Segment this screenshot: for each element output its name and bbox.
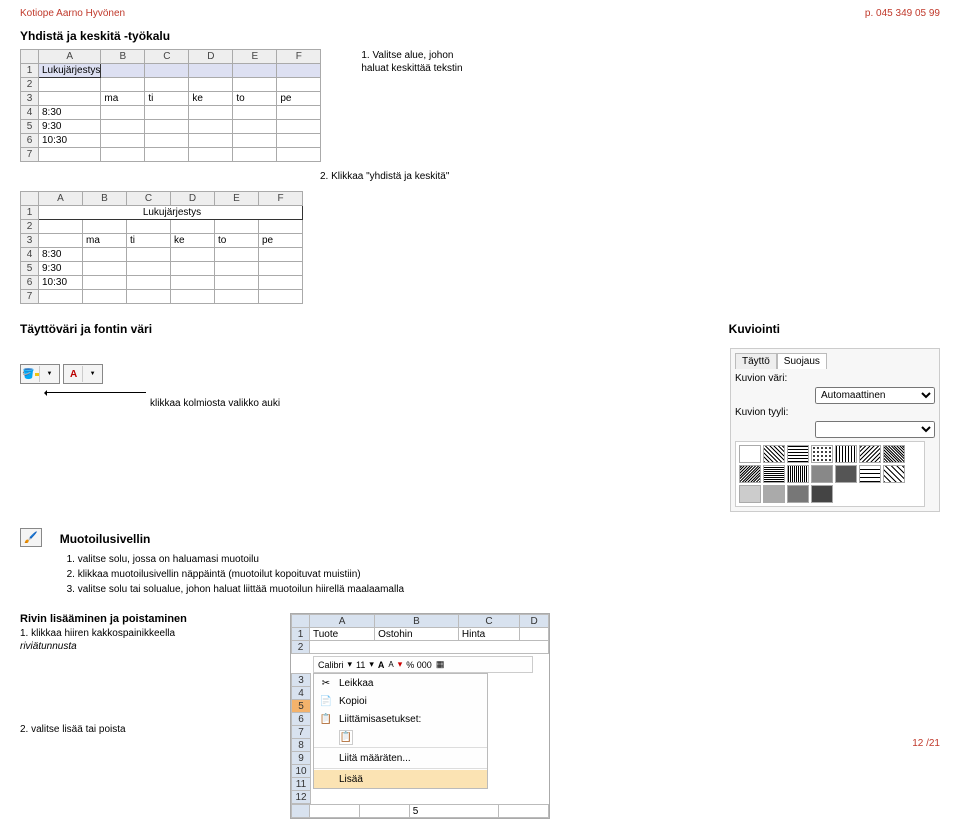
caption-step2: 2. Klikkaa "yhdistä ja keskitä"	[320, 170, 940, 183]
section2a-title: Täyttöväri ja fontin väri	[20, 322, 152, 336]
section4-step1a: 1. klikkaa hiiren kakkospainikkeella riv…	[20, 627, 250, 653]
pattern-color-select[interactable]: Automaattinen	[815, 387, 935, 404]
context-menu[interactable]: ✂Leikkaa 📄Kopioi 📋Liittämisasetukset: 📋 …	[313, 673, 488, 789]
cut-icon: ✂	[319, 678, 333, 689]
context-menu-illustration: ABCD 1TuoteOstohinHinta 2 Calibri▾ 11▾ A…	[290, 613, 550, 819]
pattern-panel: Täyttö Suojaus Kuvion väri: Automaattine…	[730, 348, 940, 512]
spreadsheet-1: ABCDEF 1Lukujärjestys 2 3matiketope 48:3…	[20, 49, 321, 162]
step-3: valitse solu tai solualue, johon haluat …	[78, 582, 404, 597]
step-2: klikkaa muotoilusivellin näppäintä (muot…	[78, 567, 404, 582]
font-color-button[interactable]: A ▼	[63, 364, 103, 384]
caption-step1: 1. Valitse alue, johon haluat keskittää …	[361, 49, 462, 162]
spreadsheet-2: ABCDEF 1Lukujärjestys 2 3matiketope 48:3…	[20, 191, 303, 304]
section2b-title: Kuviointi	[729, 322, 780, 336]
tab-fill[interactable]: Täyttö	[735, 353, 777, 369]
step-1: valitse solu, jossa on haluamasi muotoil…	[78, 552, 404, 567]
label-pattern-color: Kuvion väri:	[735, 373, 787, 384]
fill-caption: klikkaa kolmiosta valikko auki	[150, 397, 280, 410]
section1-title: Yhdistä ja keskitä -työkalu	[20, 29, 940, 43]
menu-insert[interactable]: Lisää	[314, 770, 487, 788]
paste-options-icon: 📋	[319, 714, 333, 725]
section3-title: Muotoilusivellin	[60, 532, 404, 546]
pointer-line	[46, 392, 146, 393]
borders-icon[interactable]: ▦	[436, 659, 445, 670]
doc-author: Kotiope Aarno Hyvönen	[20, 8, 125, 19]
pattern-style-select[interactable]	[815, 421, 935, 438]
bucket-icon: 🪣	[22, 369, 34, 380]
section4-title: Rivin lisääminen ja poistaminen	[20, 613, 250, 625]
pattern-swatch-grid[interactable]	[735, 441, 925, 507]
tab-protection[interactable]: Suojaus	[777, 353, 827, 369]
mini-format-toolbar[interactable]: Calibri▾ 11▾ AA ▾ % 000 ▦	[313, 656, 533, 673]
paintbrush-icon: 🖌️	[24, 532, 38, 544]
doc-phone: p. 045 349 05 99	[865, 8, 940, 19]
fill-color-button[interactable]: 🪣 ▼	[20, 364, 60, 384]
page-number: 12 /21	[912, 738, 940, 749]
section4-step2: 2. valitse lisää tai poista	[20, 723, 250, 736]
font-color-dropdown[interactable]: ▼	[83, 366, 101, 382]
label-pattern-style: Kuvion tyyli:	[735, 407, 788, 418]
paste-icon[interactable]: 📋	[339, 730, 353, 745]
format-painter-button[interactable]: 🖌️	[20, 528, 42, 547]
fill-color-dropdown[interactable]: ▼	[40, 366, 58, 382]
copy-icon: 📄	[319, 696, 333, 707]
